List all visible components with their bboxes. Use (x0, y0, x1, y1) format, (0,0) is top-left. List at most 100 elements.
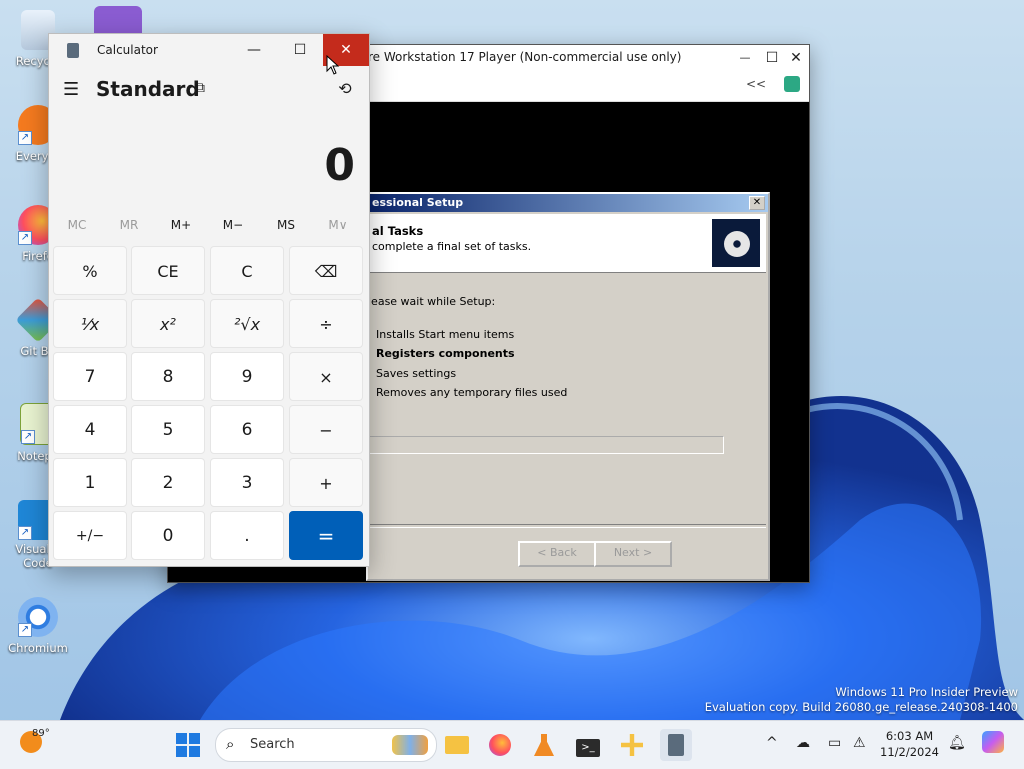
memory-store-button[interactable]: MS (260, 218, 312, 232)
mouse-cursor-icon (326, 55, 340, 75)
history-icon[interactable]: ⟲ (333, 79, 357, 103)
windows-logo-icon (176, 733, 200, 757)
setup-subheading: complete a final set of tasks. (372, 240, 532, 253)
network-disconnected-icon[interactable]: ⚠ (853, 735, 866, 751)
digit-8-button[interactable]: 8 (131, 352, 205, 401)
backspace-button[interactable]: ⌫ (289, 246, 363, 295)
subtract-button[interactable]: − (289, 405, 363, 454)
calculator-window[interactable]: Calculator — ☐ ✕ ☰ Standard ⧉ ⟲ 0 MC MR … (48, 33, 370, 567)
search-icon: ⌕ (226, 735, 235, 753)
hamburger-menu-icon[interactable]: ☰ (63, 80, 83, 100)
system-clock[interactable]: 6:03 AM 11/2/2024 (880, 728, 939, 760)
memory-recall-button[interactable]: MR (103, 218, 155, 232)
memory-add-button[interactable]: M+ (155, 218, 207, 232)
equals-button[interactable]: = (289, 511, 363, 560)
digit-7-button[interactable]: 7 (53, 352, 127, 401)
firefox-taskbar-icon[interactable] (484, 729, 516, 761)
search-highlight-icon (392, 735, 428, 755)
clear-button[interactable]: C (210, 246, 284, 295)
vmware-minimize-button[interactable]: — (735, 48, 755, 68)
setup-task-item: Saves settings (376, 367, 457, 380)
back-button[interactable]: < Back (518, 541, 596, 567)
desktop-icon-label: Chromium (8, 641, 68, 655)
memory-subtract-button[interactable]: M− (207, 218, 259, 232)
start-button[interactable] (172, 729, 204, 761)
watermark-line2: Evaluation copy. Build 26080.ge_release.… (704, 700, 1018, 714)
next-button[interactable]: Next > (594, 541, 672, 567)
maximize-button[interactable]: ☐ (277, 34, 323, 66)
digit-9-button[interactable]: 9 (210, 352, 284, 401)
calculator-taskbar-icon[interactable] (660, 729, 692, 761)
search-placeholder: Search (250, 737, 295, 752)
weather-temperature: 89° (32, 728, 50, 739)
keep-on-top-icon[interactable]: ⧉ (195, 80, 215, 100)
divide-button[interactable]: ÷ (289, 299, 363, 348)
digit-2-button[interactable]: 2 (131, 458, 205, 507)
copilot-icon[interactable] (982, 731, 1004, 753)
digit-6-button[interactable]: 6 (210, 405, 284, 454)
memory-row: MC MR M+ M− MS M∨ (49, 218, 369, 240)
evaluation-watermark: Windows 11 Pro Insider Preview Evaluatio… (705, 685, 1018, 715)
collapse-toolbar-button[interactable]: << (746, 77, 766, 91)
clock-time: 6:03 AM (885, 729, 934, 743)
calculator-app-icon (67, 43, 79, 58)
digit-0-button[interactable]: 0 (131, 511, 205, 560)
shortcut-arrow-icon: ↗ (21, 430, 35, 444)
calculator-mode-title: Standard (96, 77, 200, 101)
setup-disc-box-icon (712, 219, 760, 267)
setup-close-button[interactable]: ✕ (749, 196, 765, 210)
decimal-button[interactable]: . (210, 511, 284, 560)
percent-button[interactable]: % (53, 246, 127, 295)
clock-date: 11/2/2024 (880, 745, 939, 759)
setup-header: al Tasks complete a final set of tasks. (368, 214, 766, 273)
terminal-icon[interactable]: >_ (572, 729, 604, 761)
shortcut-arrow-icon: ↗ (18, 131, 32, 145)
setup-dialog-title: essional Setup (368, 194, 768, 212)
cloud-offline-icon[interactable]: ☁ (796, 735, 810, 751)
flask-app-icon[interactable] (528, 729, 560, 761)
square-button[interactable]: x² (131, 299, 205, 348)
digit-4-button[interactable]: 4 (53, 405, 127, 454)
chromium-icon: ↗ (18, 597, 58, 637)
setup-heading: al Tasks (372, 224, 424, 238)
shortcut-arrow-icon: ↗ (18, 526, 32, 540)
setup-task-item: Removes any temporary files used (376, 386, 568, 399)
memory-clear-button[interactable]: MC (51, 218, 103, 232)
calculator-title: Calculator (97, 43, 158, 57)
show-hidden-icons-chevron-icon[interactable]: ^ (766, 735, 778, 751)
shortcut-arrow-icon: ↗ (18, 231, 32, 245)
display-icon[interactable]: ▭ (828, 735, 841, 751)
minimize-button[interactable]: — (231, 34, 277, 66)
vmware-title: re Workstation 17 Player (Non-commercial… (368, 50, 682, 64)
multiply-button[interactable]: × (289, 352, 363, 401)
negate-button[interactable]: +/− (53, 511, 127, 560)
setup-task-item-active: Registers components (376, 347, 515, 360)
shortcut-arrow-icon: ↗ (18, 623, 32, 637)
notes-icon[interactable] (784, 76, 800, 92)
network-app-icon[interactable] (616, 729, 648, 761)
vmware-maximize-button[interactable]: ☐ (762, 48, 782, 68)
setup-task-item: Installs Start menu items (376, 328, 515, 341)
search-box[interactable]: ⌕ Search (215, 728, 437, 762)
setup-divider (368, 524, 766, 528)
digit-1-button[interactable]: 1 (53, 458, 127, 507)
add-button[interactable]: + (289, 458, 363, 507)
notification-bell-icon[interactable]: 🔔︎ (948, 735, 966, 751)
desktop-icon-chromium[interactable]: ↗ Chromium (8, 597, 68, 655)
memory-list-button[interactable]: M∨ (312, 218, 364, 232)
clear-entry-button[interactable]: CE (131, 246, 205, 295)
taskbar: 89° ⌕ Search >_ ^ ☁ ▭ ⚠ 6:03 AM 11/2/202… (0, 720, 1024, 769)
digit-3-button[interactable]: 3 (210, 458, 284, 507)
watermark-line1: Windows 11 Pro Insider Preview (835, 685, 1018, 699)
file-explorer-icon[interactable] (441, 729, 473, 761)
setup-wait-text: lease wait while Setup: (368, 295, 496, 308)
reciprocal-button[interactable]: ¹⁄x (53, 299, 127, 348)
square-root-button[interactable]: ²√x (210, 299, 284, 348)
setup-progress-bar (368, 436, 724, 454)
digit-5-button[interactable]: 5 (131, 405, 205, 454)
vmware-close-button[interactable]: ✕ (786, 48, 806, 68)
weather-widget[interactable]: 89° (20, 728, 50, 753)
calculator-titlebar[interactable]: Calculator — ☐ ✕ (49, 34, 369, 66)
calculator-display: 0 (324, 140, 355, 191)
setup-dialog[interactable]: essional Setup ✕ al Tasks complete a fin… (366, 192, 770, 581)
